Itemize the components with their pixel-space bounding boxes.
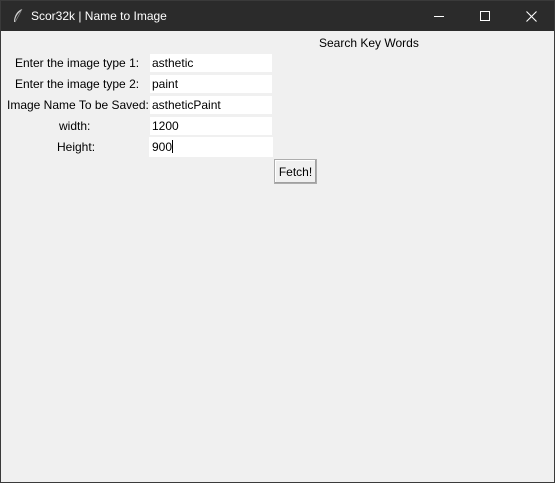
image-type-1-label: Enter the image type 1: — [15, 56, 140, 70]
image-name-input[interactable]: astheticPaint — [149, 95, 273, 115]
minimize-button[interactable] — [416, 1, 462, 31]
title-bar[interactable]: Scor32k | Name to Image — [1, 1, 554, 31]
maximize-icon — [480, 11, 490, 21]
window-title: Scor32k | Name to Image — [31, 9, 167, 23]
close-button[interactable] — [508, 1, 554, 31]
width-input[interactable]: 1200 — [149, 116, 273, 136]
width-label: width: — [59, 119, 91, 133]
search-keywords-heading: Search Key Words — [319, 36, 419, 50]
image-name-label: Image Name To be Saved: — [7, 98, 149, 112]
image-type-2-input[interactable]: paint — [149, 74, 273, 94]
fetch-button[interactable]: Fetch! — [274, 159, 317, 184]
text-caret — [172, 140, 174, 153]
image-type-1-input[interactable]: asthetic — [149, 53, 273, 73]
feather-icon — [11, 8, 25, 24]
height-value: 900 — [152, 140, 173, 154]
image-type-2-label: Enter the image type 2: — [15, 77, 140, 91]
maximize-button[interactable] — [462, 1, 508, 31]
app-window: Scor32k | Name to Image Search Key Words… — [0, 0, 555, 483]
form-area: Search Key Words Enter the image type 1:… — [1, 31, 554, 482]
height-input[interactable]: 900 — [149, 137, 273, 157]
minimize-icon — [434, 11, 444, 21]
close-icon — [525, 10, 537, 22]
height-label: Height: — [57, 140, 96, 154]
